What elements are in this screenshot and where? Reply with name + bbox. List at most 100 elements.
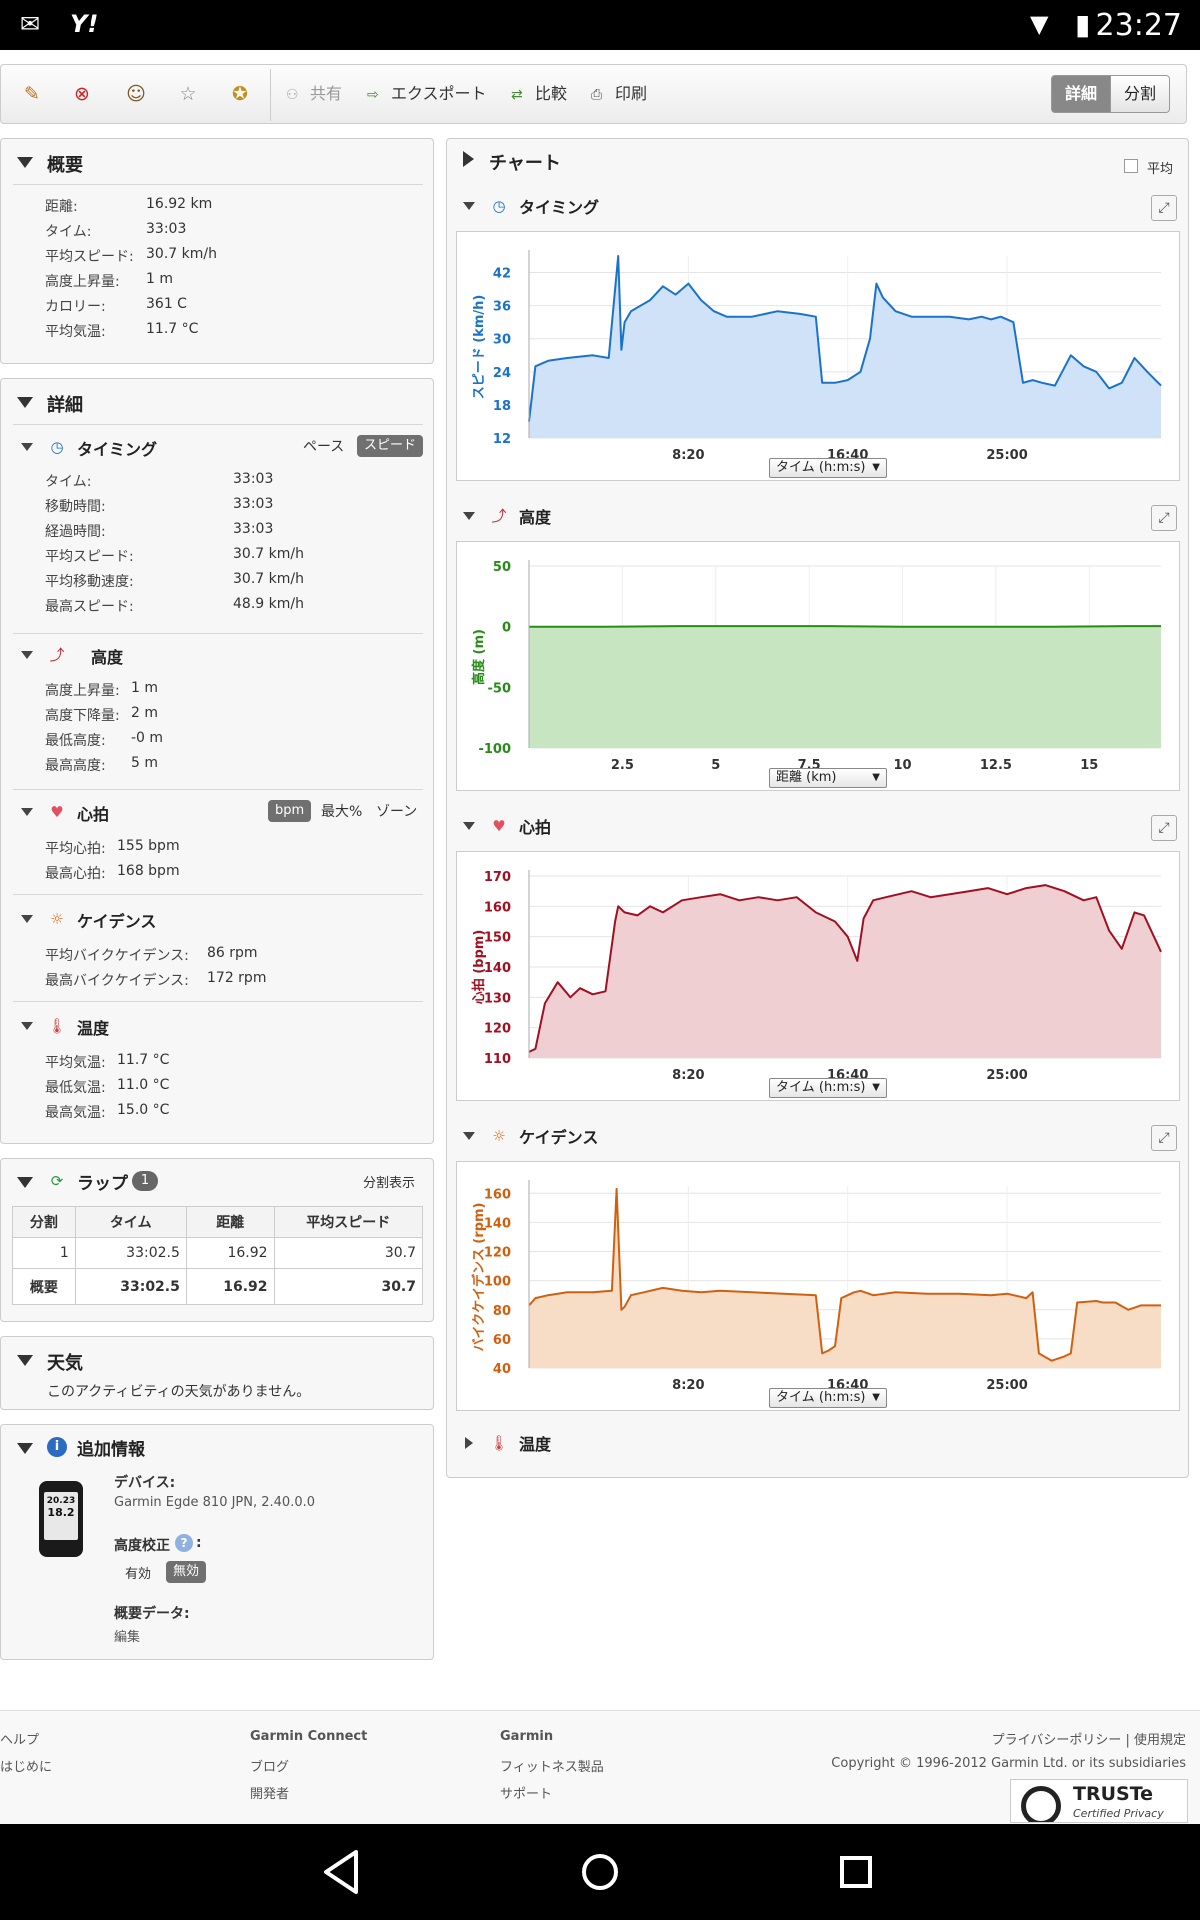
elevation-chart: -100-500502.557.51012.515高度 (m) 距離 (km)▼ [456, 541, 1180, 791]
elevation-chart-expand-button[interactable]: ⤢ [1151, 505, 1177, 531]
elevation-collapse-icon[interactable] [21, 651, 33, 659]
stat-value: 155 bpm [117, 838, 180, 854]
truste-badge[interactable]: TRUSTe Certified Privacy [1010, 1779, 1188, 1823]
average-checkbox[interactable] [1124, 159, 1138, 173]
speed-chart-x-selector[interactable]: タイム (h:m:s)▼ [769, 458, 887, 478]
footer-getting-started[interactable]: はじめに [0, 1756, 52, 1775]
award-icon[interactable]: ✪ [227, 81, 253, 107]
speed-toggle[interactable]: スピード [357, 435, 423, 457]
lap-icon: ⟳ [47, 1171, 67, 1191]
temperature-title: 温度 [77, 1015, 109, 1039]
heart-collapse-icon[interactable] [21, 808, 33, 816]
charts-panel: チャート 平均 ◷ タイミング ⤢ 1218243036428:2016:402… [446, 138, 1189, 1478]
summary-data-edit-link[interactable]: 編集 [114, 1626, 140, 1645]
correction-enabled-toggle[interactable]: 有効 [125, 1563, 151, 1582]
stat-label: 最高気温: [45, 1102, 106, 1122]
toolbar-divider [270, 69, 271, 121]
edit-icon[interactable]: ✎ [19, 81, 45, 107]
temperature-collapse-icon[interactable] [21, 1022, 33, 1030]
stat-value: 15.0 °C [117, 1102, 169, 1118]
footer-blog[interactable]: ブログ [250, 1756, 289, 1775]
elevation-chart-x-selector[interactable]: 距離 (km)▼ [769, 768, 887, 788]
gmail-icon: ✉ [20, 10, 40, 38]
summary-panel: 概要 距離:16.92 kmタイム:33:03平均スピード:30.7 km/h高… [0, 138, 434, 364]
timing-title: タイミング [77, 436, 157, 460]
x-tick-label: 12.5 [980, 758, 1012, 773]
heart-icon: ♥ [47, 802, 67, 822]
star-icon[interactable]: ☆ [175, 81, 201, 107]
heart-chart-title: 心拍 [519, 814, 551, 838]
bpm-toggle[interactable]: bpm [268, 800, 311, 822]
export-button[interactable]: ⇨エクスポート [367, 81, 487, 107]
cadence-chart-expand-button[interactable]: ⤢ [1151, 1125, 1177, 1151]
home-icon[interactable] [584, 1856, 616, 1888]
timing-chart-collapse-icon[interactable] [463, 202, 475, 210]
y-tick-label: 80 [493, 1304, 511, 1319]
share-button[interactable]: ⚇共有 [286, 81, 342, 107]
elevation-chart-title: 高度 [519, 504, 551, 528]
x-tick-label: 2.5 [611, 758, 634, 773]
cadence-collapse-icon[interactable] [21, 915, 33, 923]
person-icon[interactable]: ☺ [123, 81, 149, 107]
export-icon: ⇨ [367, 82, 387, 108]
x-tick-label: 15 [1080, 758, 1098, 773]
yahoo-icon: Y! [70, 10, 98, 38]
print-button[interactable]: ⎙印刷 [591, 81, 647, 107]
view-split-toggle[interactable]: 分割 [1110, 75, 1170, 113]
correction-disabled-toggle[interactable]: 無効 [166, 1561, 206, 1583]
heart-chart-x-selector[interactable]: タイム (h:m:s)▼ [769, 1078, 887, 1098]
pace-toggle[interactable]: ペース [303, 436, 344, 456]
y-tick-label: 18 [493, 399, 511, 414]
col-distance[interactable]: 距離 [186, 1207, 274, 1238]
back-icon[interactable] [326, 1852, 356, 1892]
compare-button[interactable]: ⇄比較 [511, 81, 567, 107]
stat-label: 最高スピード: [45, 596, 134, 616]
timing-chart-expand-button[interactable]: ⤢ [1151, 195, 1177, 221]
max-percent-toggle[interactable]: 最大% [321, 801, 362, 821]
charts-title: チャート [489, 149, 561, 175]
stat-value: 48.9 km/h [233, 596, 304, 612]
recents-icon[interactable] [842, 1858, 870, 1886]
collapse-icon[interactable] [17, 1355, 33, 1366]
collapse-icon[interactable] [17, 1443, 33, 1454]
zone-toggle[interactable]: ゾーン [376, 801, 417, 821]
cadence-chart-x-selector[interactable]: タイム (h:m:s)▼ [769, 1388, 887, 1408]
footer-policy[interactable]: プライバシーポリシー | 使用規定 [992, 1729, 1186, 1748]
print-icon: ⎙ [591, 82, 611, 108]
footer-developers[interactable]: 開発者 [250, 1783, 289, 1802]
heart-chart-expand-button[interactable]: ⤢ [1151, 815, 1177, 841]
charts-expand-icon[interactable] [463, 151, 474, 167]
weather-message: このアクティビティの天気がありません。 [47, 1381, 310, 1401]
stat-value: -0 m [131, 730, 163, 746]
timing-collapse-icon[interactable] [21, 443, 33, 451]
collapse-icon[interactable] [17, 397, 33, 408]
cadence-chart-title: ケイデンス [519, 1124, 598, 1148]
table-row[interactable]: 1 33:02.5 16.92 30.7 [13, 1238, 423, 1269]
col-time[interactable]: タイム [75, 1207, 186, 1238]
footer-fitness-products[interactable]: フィットネス製品 [500, 1756, 604, 1775]
y-tick-label: 170 [484, 870, 511, 885]
clock-icon: ◷ [489, 196, 509, 216]
elevation-chart-collapse-icon[interactable] [463, 512, 475, 520]
split-view-link[interactable]: 分割表示 [363, 1172, 415, 1191]
footer-support[interactable]: サポート [500, 1783, 552, 1802]
y-tick-label: 50 [493, 560, 511, 575]
col-speed[interactable]: 平均スピード [274, 1207, 422, 1238]
heart-chart-collapse-icon[interactable] [463, 822, 475, 830]
view-detail-toggle[interactable]: 詳細 [1051, 75, 1111, 113]
collapse-icon[interactable] [17, 157, 33, 168]
stat-value: 33:03 [233, 496, 273, 512]
x-tick-label: 25:00 [986, 448, 1027, 463]
delete-icon[interactable]: ⊗ [69, 81, 95, 107]
col-split[interactable]: 分割 [13, 1207, 76, 1238]
temperature-chart-expand-icon[interactable] [465, 1437, 473, 1449]
y-tick-label: 36 [493, 300, 511, 315]
footer-help[interactable]: ヘルプ [0, 1729, 39, 1748]
speed-chart: 1218243036428:2016:4025:00スピード (km/h) タイ… [456, 231, 1180, 481]
stat-value: 11.7 °C [146, 321, 198, 337]
stat-value: 11.7 °C [117, 1052, 169, 1068]
help-icon[interactable]: ? [175, 1534, 193, 1552]
footer-garmin: Garmin [500, 1729, 553, 1744]
collapse-icon[interactable] [17, 1177, 33, 1188]
cadence-chart-collapse-icon[interactable] [463, 1132, 475, 1140]
